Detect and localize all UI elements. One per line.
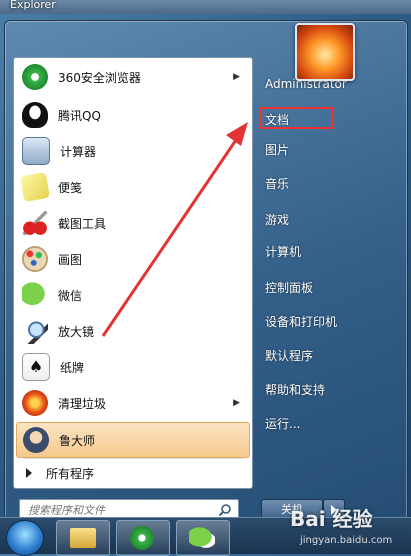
music-link[interactable]: 音乐 — [263, 173, 405, 195]
snipping-tool-icon — [22, 210, 48, 236]
program-label: 放大镜 — [58, 324, 95, 339]
documents-link[interactable]: 文档 — [259, 107, 333, 129]
all-programs-button[interactable]: 所有程序 — [16, 462, 248, 484]
program-label: 截图工具 — [58, 216, 107, 231]
watermark-url: jingyan.baidu.com — [300, 535, 393, 546]
program-label: 360安全浏览器 — [58, 70, 141, 85]
window-title: Explorer — [10, 0, 56, 11]
360-browser-icon — [130, 526, 154, 550]
calculator-icon — [22, 137, 50, 165]
wechat-icon — [22, 282, 48, 308]
user-avatar-icon[interactable] — [295, 23, 355, 81]
folder-icon — [70, 528, 96, 548]
wechat-icon — [189, 527, 215, 549]
submenu-arrow-icon: ▶ — [233, 398, 240, 408]
taskbar-wechat-button[interactable] — [176, 520, 230, 556]
program-item-wechat[interactable]: 微信 — [16, 278, 248, 312]
program-item-solitaire[interactable]: ♠ 纸牌 — [16, 350, 248, 384]
sticky-notes-icon — [19, 171, 51, 203]
program-label: 鲁大师 — [59, 433, 96, 448]
taskbar-explorer-button[interactable] — [56, 520, 110, 556]
magnifier-icon — [22, 318, 48, 344]
program-item-calculator[interactable]: 计算器 — [16, 134, 248, 168]
program-item-cleanup[interactable]: 清理垃圾 ▶ — [16, 386, 248, 420]
program-item-paint[interactable]: 画图 — [16, 242, 248, 276]
expand-arrow-icon — [26, 468, 32, 478]
ludashi-icon — [23, 427, 49, 453]
baidu-watermark: Bai 经验 — [290, 507, 373, 531]
360-browser-icon — [22, 64, 48, 90]
program-label: 便笺 — [58, 180, 83, 195]
program-label: 微信 — [58, 288, 83, 303]
programs-pane: 360安全浏览器 ▶ 腾讯QQ 计算器 便笺 截图工具 画图 微信 放大镜 ♠ … — [13, 57, 253, 489]
pictures-link[interactable]: 图片 — [263, 139, 405, 161]
program-label: 腾讯QQ — [58, 108, 101, 123]
help-support-link[interactable]: 帮助和支持 — [263, 379, 405, 401]
control-panel-link[interactable]: 控制面板 — [263, 277, 405, 299]
qq-penguin-icon — [22, 102, 48, 128]
program-item-qq[interactable]: 腾讯QQ — [16, 98, 248, 132]
default-programs-link[interactable]: 默认程序 — [263, 345, 405, 367]
submenu-arrow-icon: ▶ — [233, 72, 240, 82]
all-programs-label: 所有程序 — [46, 466, 95, 481]
program-item-magnifier[interactable]: 放大镜 — [16, 314, 248, 348]
search-icon[interactable] — [218, 503, 232, 517]
program-item-snipping-tool[interactable]: 截图工具 — [16, 206, 248, 240]
start-menu: 360安全浏览器 ▶ 腾讯QQ 计算器 便笺 截图工具 画图 微信 放大镜 ♠ … — [4, 20, 408, 522]
program-item-ludashi[interactable]: 鲁大师 — [16, 422, 250, 458]
window-title-bar: Explorer — [0, 0, 411, 14]
start-orb-button[interactable] — [6, 520, 44, 556]
program-label: 画图 — [58, 252, 83, 267]
computer-link[interactable]: 计算机 — [263, 241, 405, 263]
paint-icon — [22, 246, 48, 272]
cleanup-icon — [22, 390, 48, 416]
divider — [24, 458, 244, 459]
solitaire-icon: ♠ — [22, 353, 50, 381]
program-item-360-browser[interactable]: 360安全浏览器 ▶ — [16, 60, 248, 94]
program-item-sticky-notes[interactable]: 便笺 — [16, 170, 248, 204]
program-label: 纸牌 — [60, 360, 85, 375]
taskbar-360-browser-button[interactable] — [116, 520, 170, 556]
program-label: 计算器 — [60, 144, 97, 159]
program-label: 清理垃圾 — [58, 396, 107, 411]
search-input[interactable] — [26, 502, 210, 518]
games-link[interactable]: 游戏 — [263, 209, 405, 231]
run-link[interactable]: 运行... — [263, 413, 405, 435]
devices-printers-link[interactable]: 设备和打印机 — [263, 311, 405, 333]
